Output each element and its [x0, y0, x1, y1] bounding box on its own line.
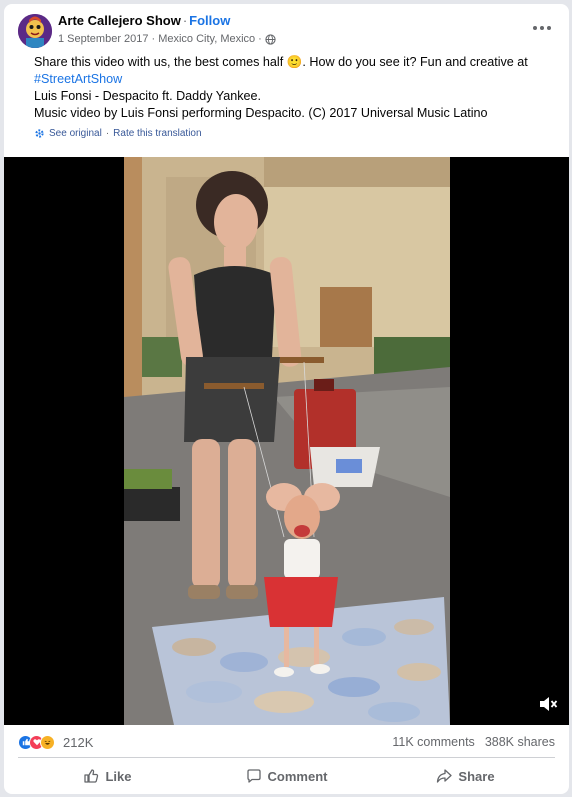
- comments-count[interactable]: 11K comments: [392, 735, 474, 749]
- comment-button[interactable]: Comment: [197, 760, 376, 792]
- post-text-line-4: Music video by Luis Fonsi performing Des…: [34, 106, 488, 120]
- post-card: Arte Callejero Show · Follow 1 September 2…: [4, 4, 569, 794]
- share-button[interactable]: Share: [376, 760, 555, 792]
- reactions-summary[interactable]: 212K: [18, 734, 94, 750]
- hashtag-link[interactable]: #StreetArtShow: [34, 72, 122, 86]
- action-bar: Like Comment Share: [18, 760, 555, 792]
- name-separator: ·: [182, 13, 188, 28]
- speaker-muted-icon: [540, 697, 558, 711]
- shares-count[interactable]: 388K shares: [485, 735, 555, 749]
- post-meta: 1 September 2017 · Mexico City, Mexico ·: [58, 33, 276, 45]
- like-label: Like: [105, 768, 132, 784]
- post-stats: 212K 11K comments 388K shares: [4, 728, 569, 756]
- video-player[interactable]: [4, 157, 569, 725]
- follow-button[interactable]: Follow: [189, 13, 230, 28]
- engagement-counts: 11K comments 388K shares: [392, 735, 555, 749]
- share-label: Share: [458, 768, 495, 784]
- post-text-line-3: Luis Fonsi - Despacito ft. Daddy Yankee.: [34, 89, 262, 103]
- post-text-line-1: Share this video with us, the best comes…: [34, 55, 528, 69]
- see-original-link[interactable]: See original: [49, 128, 102, 139]
- reaction-count: 212K: [63, 734, 94, 750]
- post-date[interactable]: 1 September 2017: [58, 33, 149, 45]
- translate-separator: ·: [105, 128, 110, 139]
- more-options-icon[interactable]: [531, 20, 553, 36]
- haha-reaction-icon: [40, 734, 55, 750]
- post-location[interactable]: Mexico City, Mexico: [158, 33, 255, 45]
- actions-divider: [18, 757, 555, 758]
- author-name[interactable]: Arte Callejero Show: [58, 13, 181, 28]
- meta-separator-1: ·: [151, 33, 156, 45]
- translation-bar: See original · Rate this translation: [34, 128, 202, 139]
- page-avatar[interactable]: [18, 14, 52, 48]
- video-still: [124, 157, 450, 725]
- mute-toggle[interactable]: [537, 693, 559, 715]
- post-text: Share this video with us, the best comes…: [34, 54, 544, 122]
- meta-separator-2: ·: [258, 33, 262, 45]
- post-header: Arte Callejero Show · Follow 1 September 2…: [4, 4, 569, 54]
- video-frame[interactable]: [124, 157, 450, 725]
- speech-bubble-icon: [246, 769, 261, 783]
- like-button[interactable]: Like: [18, 760, 197, 792]
- avatar-image: [18, 14, 52, 48]
- thumbs-up-icon: [84, 769, 99, 783]
- globe-icon: [265, 33, 276, 45]
- gear-icon: [35, 129, 44, 138]
- reaction-icons: [18, 734, 55, 750]
- comment-label: Comment: [267, 768, 328, 784]
- author-line: Arte Callejero Show · Follow: [58, 13, 230, 28]
- rate-translation-link[interactable]: Rate this translation: [113, 128, 201, 139]
- share-arrow-icon: [437, 769, 453, 783]
